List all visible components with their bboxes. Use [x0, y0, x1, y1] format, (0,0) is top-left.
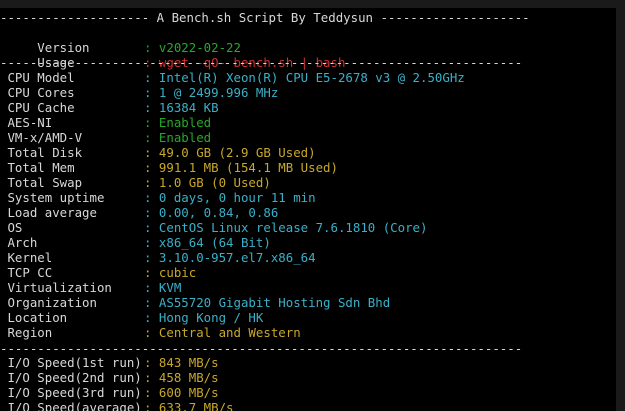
system-row-value: : 0.00, 0.84, 0.86 [144, 205, 279, 220]
io-row: I/O Speed(average): 633.7 MB/s [0, 400, 233, 411]
system-row-label: Arch [0, 235, 38, 250]
system-row-label: Load average [0, 205, 97, 220]
system-row-label: Total Swap [0, 175, 83, 190]
system-row: AES-NI : Enabled [0, 115, 211, 130]
system-row-label: OS [0, 220, 23, 235]
system-row-label: Organization [0, 295, 97, 310]
system-row: CPU Cache : 16384 KB [0, 100, 218, 115]
terminal-window[interactable]: -------------------- A Bench.sh Script B… [0, 0, 625, 411]
system-row-value: : 1 @ 2499.996 MHz [144, 85, 279, 100]
system-row-value: : 16384 KB [144, 100, 219, 115]
system-row-label: Region [0, 325, 53, 340]
system-row: Kernel : 3.10.0-957.el7.x86_64 [0, 250, 315, 265]
system-row-label: VM-x/AMD-V [0, 130, 83, 145]
title-banner: -------------------- A Bench.sh Script B… [0, 10, 530, 25]
io-row-value: : 600 MB/s [144, 385, 219, 400]
system-row: Total Mem : 991.1 MB (154.1 MB Used) [0, 160, 338, 175]
system-row: CPU Cores : 1 @ 2499.996 MHz [0, 85, 278, 100]
io-row-label: I/O Speed(average) [0, 400, 142, 411]
io-row-label: I/O Speed(1st run) [0, 355, 142, 370]
system-row: Location : Hong Kong / HK [0, 310, 263, 325]
system-row-value: : 1.0 GB (0 Used) [144, 175, 271, 190]
system-row-label: TCP CC [0, 265, 53, 280]
system-row: Virtualization : KVM [0, 280, 181, 295]
system-row: TCP CC : cubic [0, 265, 196, 280]
io-row: I/O Speed(3rd run): 600 MB/s [0, 385, 218, 400]
system-row-value: : cubic [144, 265, 197, 280]
io-row-value: : 633.7 MB/s [144, 400, 234, 411]
system-row-value: : 3.10.0-957.el7.x86_64 [144, 250, 316, 265]
divider-io: ----------------------------------------… [0, 341, 523, 356]
scrollbar-track[interactable] [616, 0, 625, 411]
system-row-value: : Enabled [144, 115, 212, 130]
io-row: I/O Speed(1st run): 843 MB/s [0, 355, 218, 370]
system-row-label: Kernel [0, 250, 53, 265]
version-value: : v2022-02-22 [144, 40, 241, 55]
system-row: System uptime : 0 days, 0 hour 11 min [0, 190, 315, 205]
io-row-value: : 843 MB/s [144, 355, 219, 370]
io-row: I/O Speed(2nd run): 458 MB/s [0, 370, 218, 385]
io-row-value: : 458 MB/s [144, 370, 219, 385]
system-row-label: System uptime [0, 190, 105, 205]
version-row: Version: v2022-02-22 [0, 25, 241, 55]
system-row: Organization : AS55720 Gigabit Hosting Sd… [0, 295, 390, 310]
divider-top: ----------------------------------------… [0, 55, 523, 70]
system-row-value: : Hong Kong / HK [144, 310, 264, 325]
system-row-value: : 991.1 MB (154.1 MB Used) [144, 160, 338, 175]
system-row-label: Total Mem [0, 160, 75, 175]
system-row-label: CPU Cores [0, 85, 75, 100]
system-row: Total Swap : 1.0 GB (0 Used) [0, 175, 270, 190]
system-row-value: : x86_64 (64 Bit) [144, 235, 271, 250]
system-row-label: Location [0, 310, 68, 325]
system-row-label: Virtualization [0, 280, 112, 295]
system-row-value: : Intel(R) Xeon(R) CPU E5-2678 v3 @ 2.50… [144, 70, 465, 85]
usage-row: Usage: wget -qO- bench.sh | bash [0, 40, 345, 70]
system-row-label: Total Disk [0, 145, 83, 160]
system-row-value: : KVM [144, 280, 182, 295]
system-row-value: : 0 days, 0 hour 11 min [144, 190, 316, 205]
system-row-label: AES-NI [0, 115, 53, 130]
system-row-value: : AS55720 Gigabit Hosting Sdn Bhd [144, 295, 391, 310]
system-row-value: : CentOS Linux release 7.6.1810 (Core) [144, 220, 428, 235]
window-top-edge [0, 0, 625, 8]
system-row-value: : Central and Western [144, 325, 301, 340]
system-row: Load average : 0.00, 0.84, 0.86 [0, 205, 278, 220]
system-row-label: CPU Cache [0, 100, 75, 115]
system-row: Total Disk : 49.0 GB (2.9 GB Used) [0, 145, 315, 160]
system-row: Region : Central and Western [0, 325, 300, 340]
system-row: VM-x/AMD-V : Enabled [0, 130, 211, 145]
io-row-label: I/O Speed(2nd run) [0, 370, 142, 385]
system-row: Arch : x86_64 (64 Bit) [0, 235, 270, 250]
system-row: CPU Model : Intel(R) Xeon(R) CPU E5-2678 … [0, 70, 464, 85]
system-row: OS : CentOS Linux release 7.6.1810 (Core) [0, 220, 427, 235]
system-row-value: : Enabled [144, 130, 212, 145]
system-row-label: CPU Model [0, 70, 75, 85]
io-row-label: I/O Speed(3rd run) [0, 385, 142, 400]
system-row-value: : 49.0 GB (2.9 GB Used) [144, 145, 316, 160]
